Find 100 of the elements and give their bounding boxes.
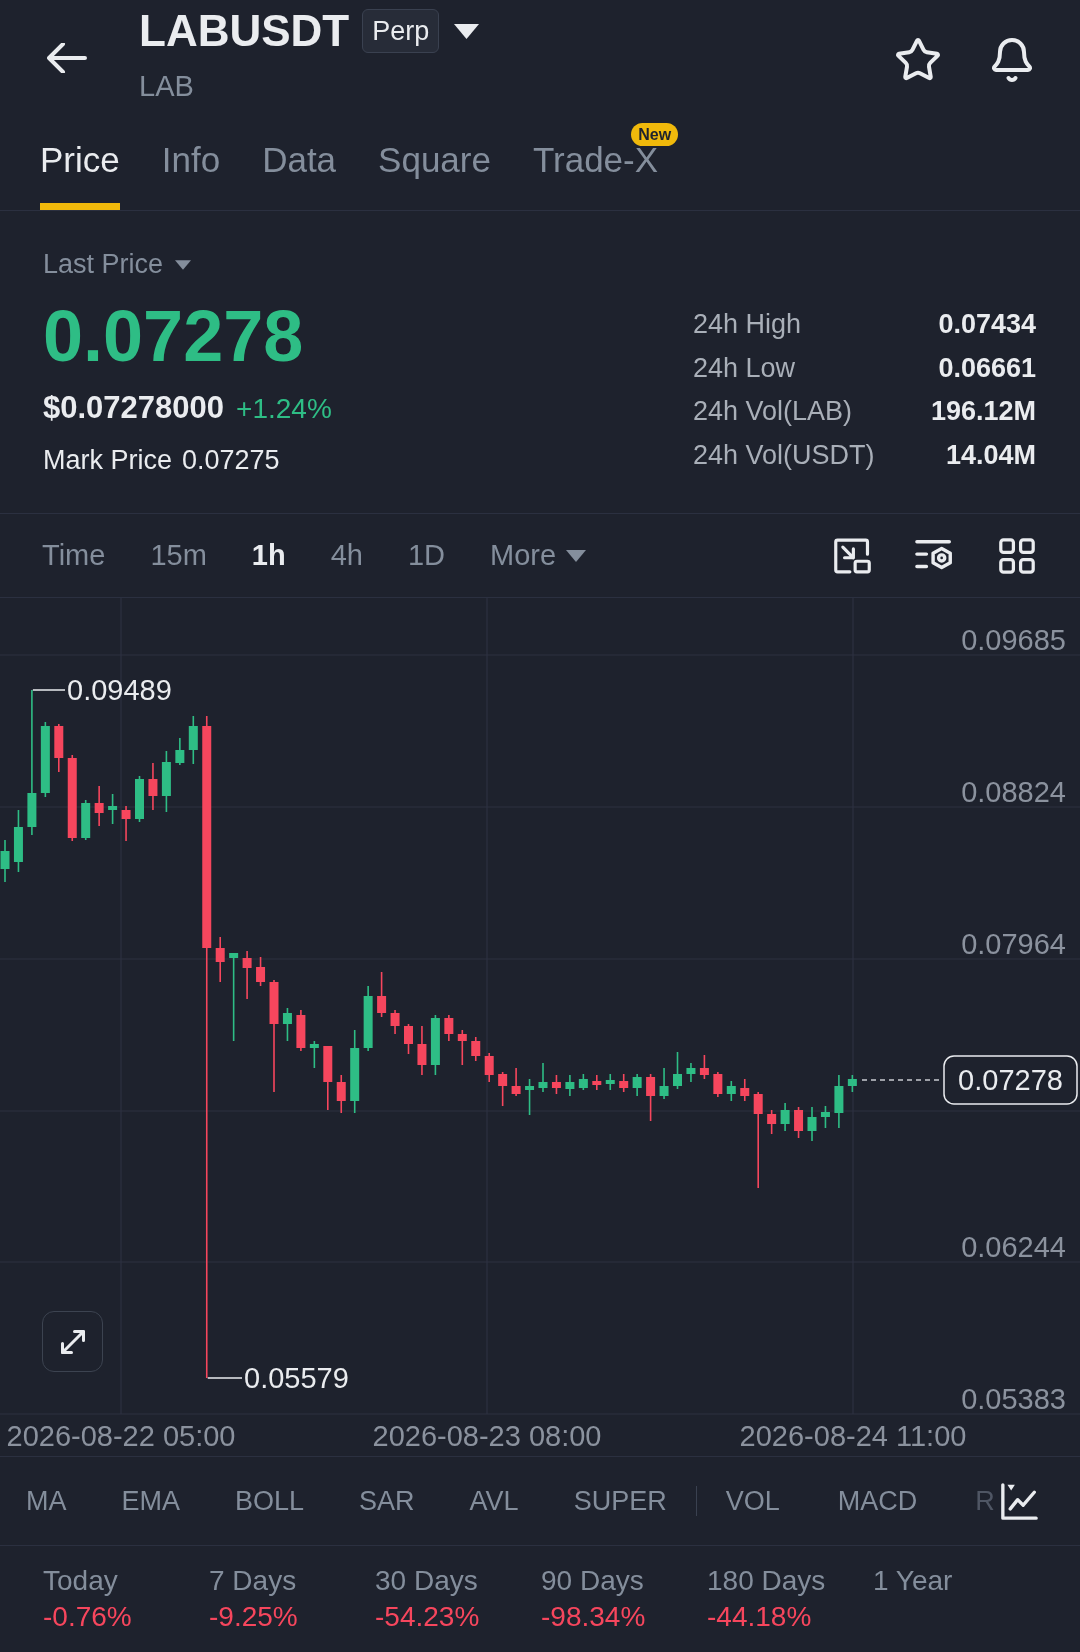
indicator-tab[interactable]: SAR: [359, 1487, 415, 1515]
mark-price-value: 0.07275: [182, 447, 280, 474]
indicator-tab[interactable]: AVL: [469, 1487, 519, 1515]
rising-candle: [780, 1102, 790, 1132]
falling-candle: [484, 1052, 494, 1083]
period-change: -9.25%: [209, 1603, 299, 1631]
tab[interactable]: Data: [262, 118, 337, 210]
price-axis-label: 0.08824: [961, 776, 1066, 808]
new-badge: New: [631, 123, 679, 146]
stat-value: 0.06661: [938, 354, 1036, 382]
period-change: -54.23%: [375, 1603, 481, 1631]
falling-candle: [390, 1009, 400, 1035]
line-chart-icon: [1001, 1482, 1038, 1520]
falling-candle: [457, 1029, 467, 1066]
time-axis-label: 2026-08-23 08:00: [372, 1420, 602, 1452]
rising-candle: [565, 1074, 575, 1097]
leader-line: [207, 1377, 243, 1379]
interval-tab[interactable]: 15m: [150, 541, 207, 570]
caret-icon: [175, 259, 192, 270]
stat-value: 196.12M: [930, 398, 1036, 426]
rising-candle: [309, 1040, 319, 1069]
stat-value: 14.04M: [945, 441, 1036, 469]
fullscreen-button[interactable]: [42, 1311, 103, 1372]
tab[interactable]: Trade-X New: [532, 118, 679, 210]
indicator-settings-button[interactable]: [1001, 1482, 1038, 1520]
last-price-value: 0.07278: [43, 300, 305, 372]
falling-candle: [94, 785, 104, 827]
indicator-tab[interactable]: MACD: [837, 1487, 918, 1515]
falling-candle: [121, 805, 131, 842]
rising-candle: [108, 793, 118, 825]
indicator-tab[interactable]: SUPER: [573, 1487, 667, 1515]
period-label: 1 Year: [873, 1567, 954, 1595]
rising-candle: [175, 737, 185, 766]
usd-price: $0.07278000: [43, 392, 225, 423]
tab[interactable]: Info: [161, 118, 221, 210]
back-button[interactable]: [46, 40, 88, 76]
period-label: 30 Days: [375, 1567, 479, 1595]
rising-candle: [161, 750, 171, 813]
rising-candle: [282, 1007, 292, 1042]
picture-in-picture-button[interactable]: [834, 537, 871, 574]
interval-tab[interactable]: 1h: [251, 541, 286, 570]
interval-tab[interactable]: Time: [42, 541, 106, 570]
rising-candle: [632, 1073, 642, 1097]
grid-icon: [999, 537, 1035, 574]
stat-value: 0.07434: [938, 311, 1036, 339]
interval-tab[interactable]: 1D: [407, 541, 445, 570]
tab[interactable]: Price: [40, 118, 120, 210]
price-change: +1.24%: [236, 395, 332, 423]
falling-candle: [551, 1074, 561, 1095]
falling-candle: [794, 1106, 804, 1139]
symbol-title: LABUSDT: [139, 9, 350, 53]
falling-candle: [498, 1071, 508, 1107]
falling-candle: [444, 1014, 454, 1042]
price-axis-label: 0.07964: [961, 928, 1066, 960]
period-label: Today: [43, 1567, 119, 1595]
layout-button[interactable]: [999, 537, 1035, 574]
falling-candle: [417, 1025, 427, 1076]
more-dropdown[interactable]: More: [490, 541, 587, 570]
rising-candle: [605, 1073, 615, 1091]
falling-candle: [242, 950, 252, 1000]
falling-candle: [740, 1078, 750, 1102]
contract-type-badge: Perp: [362, 9, 440, 53]
period-change: -0.76%: [43, 1603, 133, 1631]
tab[interactable]: Square: [378, 118, 491, 210]
period-change: -98.34%: [541, 1603, 647, 1631]
rising-candle: [726, 1080, 736, 1102]
leader-line: [32, 689, 66, 691]
caret-icon: [454, 23, 480, 39]
rising-candle: [847, 1074, 857, 1093]
interval-tab[interactable]: 4h: [330, 541, 363, 570]
falling-candle: [296, 1009, 306, 1052]
rising-candle: [188, 715, 198, 765]
current-price-tag: 0.07278: [943, 1055, 1078, 1105]
falling-candle: [54, 723, 64, 773]
rising-candle: [659, 1067, 669, 1100]
last-price-label: Last Price: [43, 251, 164, 278]
time-axis-label: 2026-08-24 11:00: [739, 1420, 967, 1452]
falling-candle: [377, 971, 387, 1018]
rising-candle: [820, 1105, 830, 1129]
rising-candle: [538, 1062, 548, 1093]
falling-candle: [215, 936, 225, 983]
indicator-tab[interactable]: EMA: [121, 1487, 180, 1515]
falling-candle: [148, 762, 158, 811]
price-axis-label: 0.09685: [961, 624, 1066, 656]
indicator-tab[interactable]: BOLL: [235, 1487, 305, 1515]
falling-candle: [767, 1109, 777, 1135]
caret-icon: [566, 549, 587, 562]
falling-candle: [323, 1045, 333, 1111]
period-label: 180 Days: [707, 1567, 827, 1595]
falling-candle: [619, 1073, 629, 1093]
falling-candle: [511, 1067, 521, 1097]
rising-candle: [81, 799, 91, 841]
picture-in-picture-icon: [834, 537, 871, 574]
indicator-tab[interactable]: VOL: [725, 1487, 780, 1515]
indicator-tab[interactable]: MA: [26, 1487, 67, 1515]
rising-candle: [135, 775, 144, 823]
stat-label: 24h Low: [693, 354, 796, 382]
mark-price-label: Mark Price: [43, 447, 172, 474]
time-axis-label: 2026-08-22 05:00: [6, 1420, 236, 1452]
falling-candle: [471, 1036, 481, 1062]
